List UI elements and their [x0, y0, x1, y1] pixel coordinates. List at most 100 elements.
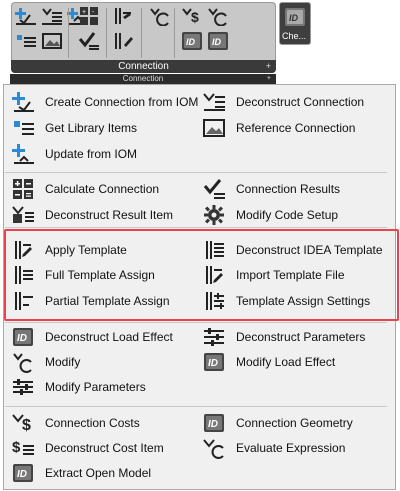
- menu-get-library-items[interactable]: Get Library Items: [10, 117, 137, 139]
- update-iom-icon: [10, 143, 36, 165]
- menu-label: Extract Open Model: [45, 466, 152, 480]
- menu-label: Create Connection from IOM: [45, 95, 199, 109]
- menu-deconstruct-load-effect[interactable]: ID Deconstruct Load Effect: [10, 326, 173, 348]
- menu-connection-results[interactable]: Connection Results: [201, 178, 340, 200]
- menu-label: Modify Load Effect: [236, 355, 336, 369]
- menu-extract-open-model[interactable]: ID Extract Open Model: [10, 462, 151, 484]
- svg-text:ID: ID: [208, 419, 218, 430]
- menu-update-from-iom[interactable]: Update from IOM: [10, 143, 137, 165]
- ribbon-calculator-icon[interactable]: + -: [77, 6, 101, 26]
- deconstruct-connection-icon: [201, 91, 227, 113]
- ribbon-import-template-icon[interactable]: [112, 31, 136, 51]
- reference-connection-icon: [201, 117, 227, 139]
- dropdown-header: Connection +: [10, 74, 276, 84]
- menu-label: Deconstruct IDEA Template: [236, 243, 383, 257]
- idea-load-icon: ID: [10, 326, 36, 348]
- menu-label: Deconstruct Result Item: [45, 208, 174, 222]
- connection-results-icon: [201, 178, 227, 200]
- deconstruct-parameters-icon: [201, 326, 227, 348]
- section-divider: [5, 322, 387, 323]
- gear-icon: [201, 204, 227, 226]
- ribbon-costs-icon[interactable]: $: [180, 6, 204, 26]
- svg-text:ID: ID: [17, 333, 27, 344]
- menu-deconstruct-connection[interactable]: Deconstruct Connection: [201, 91, 364, 113]
- full-template-icon: [10, 264, 36, 286]
- menu-deconstruct-parameters[interactable]: Deconstruct Parameters: [201, 326, 365, 348]
- svg-text:+: +: [82, 9, 86, 16]
- menu-label: Calculate Connection: [45, 182, 160, 196]
- menu-label: Reference Connection: [236, 121, 356, 135]
- ribbon-idea-icon-2[interactable]: ID: [206, 31, 230, 51]
- menu-deconstruct-result-item[interactable]: Deconstruct Result Item: [10, 204, 173, 226]
- partial-template-icon: [10, 290, 36, 312]
- import-template-icon: [201, 264, 227, 286]
- menu-apply-template[interactable]: Apply Template: [10, 239, 127, 261]
- menu-modify-load-effect[interactable]: ID Modify Load Effect: [201, 351, 335, 373]
- create-connection-icon: [10, 91, 36, 113]
- menu-template-assign-settings[interactable]: Template Assign Settings: [201, 290, 370, 312]
- svg-text:$: $: [191, 9, 199, 25]
- menu-reference-connection[interactable]: Reference Connection: [201, 117, 355, 139]
- geometry-icon: ID: [201, 412, 227, 434]
- ribbon-evaluate-icon[interactable]: [206, 6, 230, 26]
- menu-label: Apply Template: [45, 243, 127, 257]
- menu-modify-code-setup[interactable]: Modify Code Setup: [201, 204, 338, 226]
- menu-label: Deconstruct Cost Item: [45, 441, 164, 455]
- section-divider: [5, 172, 387, 173]
- ribbon-group-label: Connection +: [11, 60, 276, 73]
- deconstruct-template-icon: [201, 239, 227, 261]
- ribbon-apply-template-icon[interactable]: [112, 6, 136, 26]
- menu-label: Partial Template Assign: [45, 294, 170, 308]
- ribbon-group-title: Connection: [118, 61, 169, 72]
- menu-create-connection[interactable]: Create Connection from IOM: [10, 91, 198, 113]
- evaluate-icon: [201, 437, 227, 459]
- menu-full-template-assign[interactable]: Full Template Assign: [10, 264, 155, 286]
- menu-connection-geometry[interactable]: ID Connection Geometry: [201, 412, 353, 434]
- menu-partial-template-assign[interactable]: Partial Template Assign: [10, 290, 170, 312]
- ribbon-create-connection-icon[interactable]: [14, 6, 38, 26]
- menu-label: Deconstruct Connection: [236, 95, 365, 109]
- svg-text:$: $: [22, 417, 31, 434]
- dropdown-expand-icon[interactable]: +: [267, 74, 271, 84]
- ribbon-check-list-icon[interactable]: [77, 31, 101, 51]
- menu-label: Deconstruct Load Effect: [45, 330, 173, 344]
- ribbon-idea-icon-1[interactable]: ID: [180, 31, 204, 51]
- sliders-icon: [10, 376, 36, 398]
- menu-label: Modify: [45, 355, 81, 369]
- library-items-icon: [10, 117, 36, 139]
- menu-label: Modify Code Setup: [236, 208, 339, 222]
- menu-evaluate-expression[interactable]: Evaluate Expression: [201, 437, 345, 459]
- ribbon: + - $ ID ID Connection + ID Che...: [0, 0, 400, 75]
- dropdown-header-title: Connection: [122, 74, 164, 83]
- section-divider: [5, 227, 387, 228]
- menu-label: Connection Costs: [45, 416, 140, 430]
- menu-connection-costs[interactable]: $ Connection Costs: [10, 412, 140, 434]
- ribbon-image-icon[interactable]: [40, 31, 64, 51]
- menu-deconstruct-cost-item[interactable]: $ Deconstruct Cost Item: [10, 437, 164, 459]
- template-settings-icon: [201, 290, 227, 312]
- ribbon-che-button[interactable]: ID Che...: [279, 2, 311, 45]
- menu-label: Connection Results: [236, 182, 341, 196]
- modify-load-icon: ID: [201, 351, 227, 373]
- ribbon-list-icon[interactable]: [14, 31, 38, 51]
- menu-calculate-connection[interactable]: Calculate Connection: [10, 178, 159, 200]
- menu-modify[interactable]: Modify: [10, 351, 80, 373]
- ribbon-group-expand-icon[interactable]: +: [266, 60, 271, 73]
- menu-label: Deconstruct Parameters: [236, 330, 366, 344]
- menu-deconstruct-idea-template[interactable]: Deconstruct IDEA Template: [201, 239, 383, 261]
- ribbon-deconstruct-list-icon[interactable]: [40, 6, 64, 26]
- menu-label: Import Template File: [236, 268, 345, 282]
- costs-icon: $: [10, 412, 36, 434]
- menu-modify-parameters[interactable]: Modify Parameters: [10, 376, 146, 398]
- ribbon-modify-icon[interactable]: [148, 6, 172, 26]
- deconstruct-result-icon: [10, 204, 36, 226]
- cost-item-icon: $: [10, 437, 36, 459]
- menu-import-template-file[interactable]: Import Template File: [201, 264, 345, 286]
- menu-label: Full Template Assign: [45, 268, 155, 282]
- menu-label: Template Assign Settings: [236, 294, 371, 308]
- section-divider: [5, 406, 387, 407]
- menu-label: Evaluate Expression: [236, 441, 346, 455]
- svg-text:ID: ID: [17, 469, 27, 480]
- menu-label: Modify Parameters: [45, 380, 146, 394]
- menu-label: Get Library Items: [45, 121, 138, 135]
